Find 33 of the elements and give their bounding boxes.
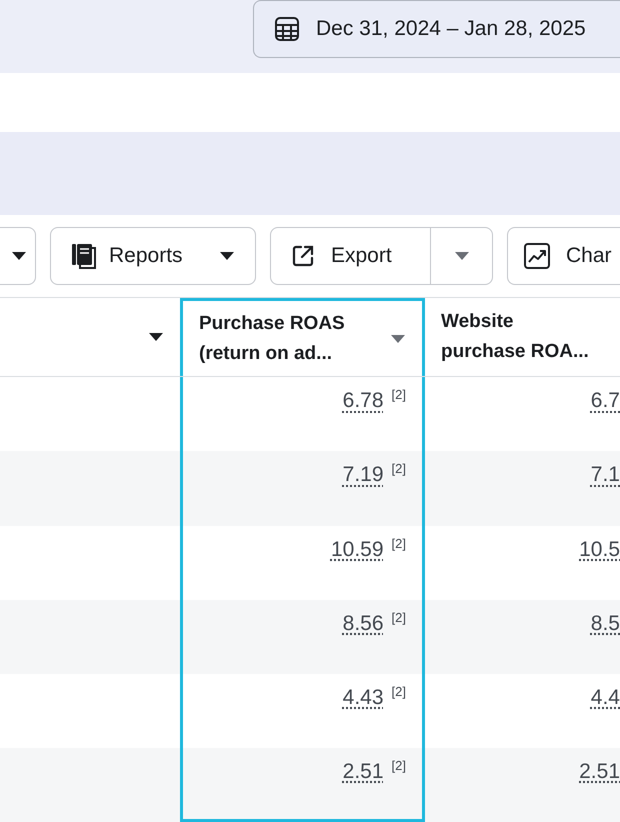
website-roas-value: 10.5 [579,536,620,563]
website-roas-value: 2.51 [579,758,620,785]
footnote-mark: [2] [392,682,406,701]
caret-icon [454,250,470,261]
roas-value: 2.51 [342,758,384,785]
export-button[interactable]: Export [271,228,430,284]
website-roas-value: 6.7 [590,388,620,414]
footnote-mark: [2] [392,460,406,478]
footnote-mark: [2] [392,534,406,553]
footnote-mark: [2] [392,756,406,775]
roas-value: 6.78 [342,388,384,414]
footnote-mark: [2] [392,608,406,627]
caret-icon [11,250,27,261]
website-roas-value: 7.1 [590,462,620,488]
footnote-mark: [2] [392,386,406,404]
dropdown-button[interactable] [0,226,36,285]
notebook-icon [71,242,97,269]
caret-icon [390,334,406,344]
chart-button[interactable]: Char [507,226,620,285]
caret-icon [219,250,235,261]
date-range-picker[interactable]: Dec 31, 2024 – Jan 28, 2025 [253,0,620,58]
roas-value: 8.56 [342,610,384,637]
roas-value: 7.19 [342,462,384,488]
website-roas-value: 4.4 [590,684,620,711]
reports-button[interactable]: Reports [50,226,256,285]
column-header[interactable]: Website purchase ROA... [425,298,620,376]
caret-icon [148,332,164,342]
roas-value: 4.43 [342,684,384,711]
website-roas-value: 8.5 [590,610,620,637]
roas-value: 10.59 [330,536,384,563]
export-icon [291,244,315,268]
line-chart-icon [524,242,550,269]
calendar-icon [274,16,300,42]
